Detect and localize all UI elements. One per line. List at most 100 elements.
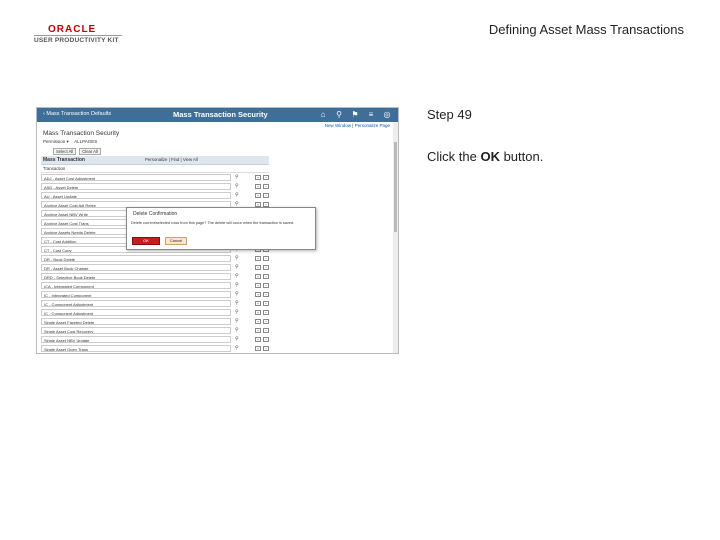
add-row-button[interactable]: + xyxy=(255,175,261,180)
lookup-icon[interactable]: ⚲ xyxy=(235,345,239,351)
transaction-field[interactable]: ASD - Asset Delete xyxy=(41,183,231,190)
menu-icon[interactable]: ≡ xyxy=(367,111,375,119)
table-row: IC - Component Adjustment ⚲ + − xyxy=(41,300,269,308)
transaction-field[interactable]: DR - Asset Book Change xyxy=(41,264,231,271)
selection-buttons: Select All Clear All xyxy=(53,148,104,155)
add-row-button[interactable]: + xyxy=(255,184,261,189)
transaction-field[interactable]: Single Asset Cost Recovery xyxy=(41,327,231,334)
table-row: Single Asset NBV Update ⚲ + − xyxy=(41,336,269,344)
table-row: ADJ - Asset Cost Adjustment ⚲ + − xyxy=(41,174,269,182)
column-transaction: Transaction xyxy=(43,166,66,171)
logo-divider xyxy=(34,35,122,36)
transaction-field[interactable]: DR - Book Delete xyxy=(41,255,231,262)
home-icon[interactable]: ⌂ xyxy=(319,111,327,119)
grid-navigation[interactable]: Personalize | Find | View All xyxy=(145,157,198,162)
delete-row-button[interactable]: − xyxy=(263,319,269,324)
transaction-field[interactable]: Single Asset Open Trans xyxy=(41,345,231,352)
delete-row-button[interactable]: − xyxy=(263,274,269,279)
compass-icon[interactable]: ◎ xyxy=(383,111,391,119)
add-row-button[interactable]: + xyxy=(255,283,261,288)
lookup-icon[interactable]: ⚲ xyxy=(235,273,239,279)
add-row-button[interactable]: + xyxy=(255,274,261,279)
app-screenshot: ‹ Mass Transaction Defaults Mass Transac… xyxy=(36,107,399,354)
permission-value: ALLPAGES xyxy=(74,139,98,144)
header-sublinks: New Window | Personalize Page xyxy=(324,123,390,128)
add-row-button[interactable]: + xyxy=(255,265,261,270)
delete-row-button[interactable]: − xyxy=(263,346,269,351)
logo-brand: ORACLE xyxy=(48,24,97,35)
instruction-bold: OK xyxy=(480,149,500,164)
delete-row-button[interactable]: − xyxy=(263,283,269,288)
add-row-button[interactable]: + xyxy=(255,346,261,351)
add-row-button[interactable]: + xyxy=(255,256,261,261)
delete-row-button[interactable]: − xyxy=(263,184,269,189)
instruction-suffix: button. xyxy=(499,149,544,164)
add-row-button[interactable]: + xyxy=(255,319,261,324)
add-row-button[interactable]: + xyxy=(255,301,261,306)
lookup-icon[interactable]: ⚲ xyxy=(235,264,239,270)
delete-row-button[interactable]: − xyxy=(263,193,269,198)
vertical-scrollbar[interactable] xyxy=(393,122,398,353)
transaction-field[interactable]: IC - Component Adjustment xyxy=(41,309,231,316)
lookup-icon[interactable]: ⚲ xyxy=(235,327,239,333)
transaction-field[interactable]: ICA - Integrated Component xyxy=(41,282,231,289)
table-row: DRD - Selective Book Delete ⚲ + − xyxy=(41,273,269,281)
flag-icon[interactable]: ⚑ xyxy=(351,111,359,119)
page-heading: Mass Transaction Security xyxy=(43,130,120,137)
delete-row-button[interactable]: − xyxy=(263,256,269,261)
permission-row: Permission ▾ ALLPAGES xyxy=(43,139,97,145)
add-row-button[interactable]: + xyxy=(255,337,261,342)
grid-title: Mass Transaction xyxy=(43,157,85,163)
transaction-field[interactable]: ADJ - Asset Cost Adjustment xyxy=(41,174,231,181)
step-label: Step 49 xyxy=(427,107,472,122)
delete-row-button[interactable]: − xyxy=(263,337,269,342)
lookup-icon[interactable]: ⚲ xyxy=(235,318,239,324)
delete-confirmation-dialog: Delete Confirmation Delete current/selec… xyxy=(126,207,316,250)
instruction-prefix: Click the xyxy=(427,149,481,164)
lookup-icon[interactable]: ⚲ xyxy=(235,174,239,180)
delete-row-button[interactable]: − xyxy=(263,301,269,306)
personalize-page-link[interactable]: Personalize Page xyxy=(355,123,390,128)
lookup-icon[interactable]: ⚲ xyxy=(235,336,239,342)
delete-row-button[interactable]: − xyxy=(263,175,269,180)
lookup-icon[interactable]: ⚲ xyxy=(235,183,239,189)
transaction-field[interactable]: Single Asset NBV Update xyxy=(41,336,231,343)
add-row-button[interactable]: + xyxy=(255,328,261,333)
delete-row-button[interactable]: − xyxy=(263,310,269,315)
add-row-button[interactable]: + xyxy=(255,292,261,297)
search-icon[interactable]: ⚲ xyxy=(335,111,343,119)
table-row: ICA - Integrated Component ⚲ + − xyxy=(41,282,269,290)
delete-row-button[interactable]: − xyxy=(263,292,269,297)
lookup-icon[interactable]: ⚲ xyxy=(235,192,239,198)
cancel-button[interactable]: Cancel xyxy=(165,237,187,245)
table-row: Single Asset Cost Recovery ⚲ + − xyxy=(41,327,269,335)
step-instruction: Click the OK button. xyxy=(427,149,543,164)
transaction-field[interactable]: Single Asset Faceted Delete xyxy=(41,318,231,325)
transaction-field[interactable]: IC - Component Adjustment xyxy=(41,300,231,307)
table-row: AU - Asset Update ⚲ + − xyxy=(41,192,269,200)
back-link-label: Mass Transaction Defaults xyxy=(46,111,112,117)
lookup-icon[interactable]: ⚲ xyxy=(235,282,239,288)
permission-label: Permission xyxy=(43,139,66,144)
permission-dropdown[interactable]: ▾ xyxy=(67,139,69,144)
lookup-icon[interactable]: ⚲ xyxy=(235,300,239,306)
lookup-icon[interactable]: ⚲ xyxy=(235,309,239,315)
lookup-icon[interactable]: ⚲ xyxy=(235,255,239,261)
back-link[interactable]: ‹ Mass Transaction Defaults xyxy=(43,111,111,117)
scrollbar-thumb[interactable] xyxy=(394,142,397,232)
select-all-button[interactable]: Select All xyxy=(53,148,77,155)
table-row: DR - Asset Book Change ⚲ + − xyxy=(41,264,269,272)
new-window-link[interactable]: New Window xyxy=(325,123,351,128)
grid-column-header: Transaction xyxy=(41,165,269,173)
add-row-button[interactable]: + xyxy=(255,310,261,315)
lookup-icon[interactable]: ⚲ xyxy=(235,291,239,297)
transaction-field[interactable]: IC - Integrated Component xyxy=(41,291,231,298)
add-row-button[interactable]: + xyxy=(255,193,261,198)
transaction-field[interactable]: AU - Asset Update xyxy=(41,192,231,199)
transaction-field[interactable]: DRD - Selective Book Delete xyxy=(41,273,231,280)
grid-header: Mass Transaction Personalize | Find | Vi… xyxy=(41,156,269,165)
clear-all-button[interactable]: Clear All xyxy=(79,148,101,155)
ok-button[interactable]: OK xyxy=(132,237,160,245)
delete-row-button[interactable]: − xyxy=(263,265,269,270)
delete-row-button[interactable]: − xyxy=(263,328,269,333)
